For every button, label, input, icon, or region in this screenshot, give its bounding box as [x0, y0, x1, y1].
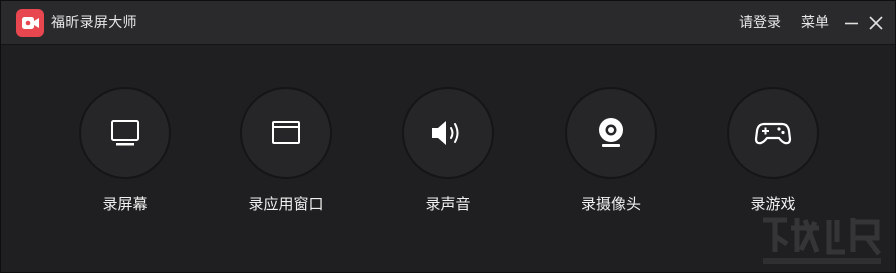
record-webcam-button[interactable]: 录摄像头 [537, 87, 687, 227]
record-audio-circle[interactable] [402, 87, 494, 179]
menu-button[interactable]: 菜单 [801, 13, 829, 33]
webcam-icon [599, 118, 623, 147]
record-webcam-circle[interactable] [565, 87, 657, 179]
record-audio-button[interactable]: 录声音 [374, 87, 524, 227]
gamepad-icon [754, 122, 792, 145]
login-link[interactable]: 请登录 [739, 13, 781, 33]
record-screen-label: 录屏幕 [102, 195, 148, 213]
app-title: 福昕录屏大师 [51, 15, 137, 31]
app-window: 福昕录屏大师 请登录 菜单 录屏幕 录应用窗口 录声音 录摄像头 录游戏 [0, 0, 896, 273]
record-window-label: 录应用窗口 [248, 195, 324, 213]
record-game-button[interactable]: 录游戏 [699, 87, 849, 227]
record-window-circle[interactable] [240, 87, 332, 179]
record-window-button[interactable]: 录应用窗口 [212, 87, 362, 227]
record-screen-button[interactable]: 录屏幕 [51, 87, 201, 227]
record-game-circle[interactable] [727, 87, 819, 179]
window-icon [272, 121, 300, 144]
record-game-label: 录游戏 [750, 195, 796, 213]
minimize-button[interactable] [843, 13, 861, 33]
minimize-icon [845, 22, 858, 25]
record-screen-circle[interactable] [79, 87, 171, 179]
app-logo-icon [16, 9, 44, 37]
record-webcam-label: 录摄像头 [580, 195, 641, 213]
record-audio-label: 录声音 [425, 195, 471, 213]
title-bar[interactable]: 福昕录屏大师 请登录 菜单 [1, 1, 895, 45]
close-icon [869, 16, 883, 30]
speaker-icon [432, 121, 459, 145]
close-button[interactable] [867, 13, 885, 33]
monitor-icon [111, 120, 139, 146]
